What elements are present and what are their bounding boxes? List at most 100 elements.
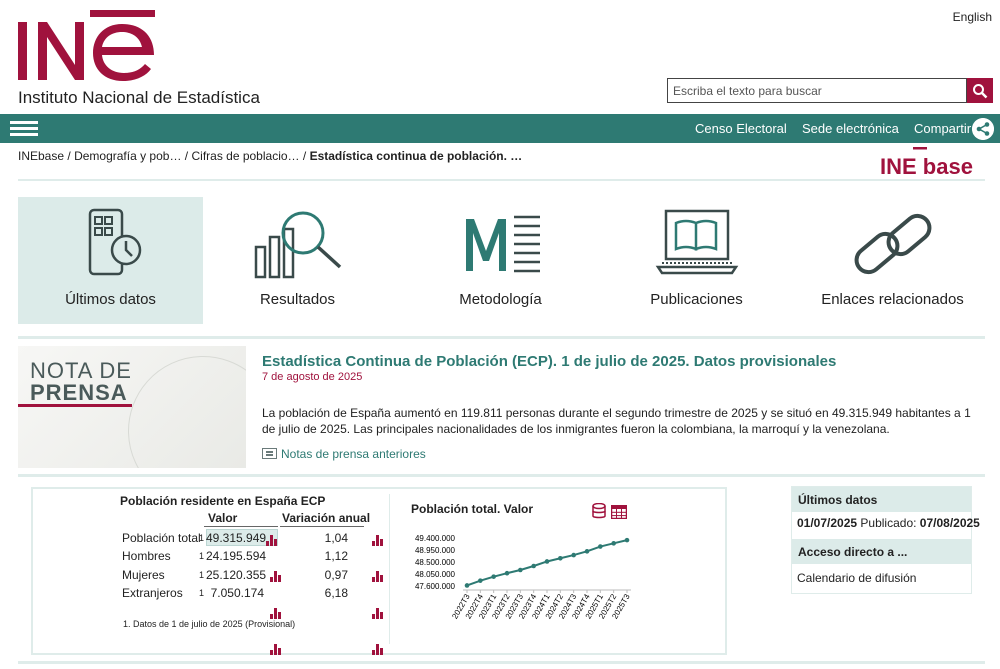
table-footnote: 1. Datos de 1 de julio de 2025 (Provisio… xyxy=(123,619,296,629)
breadcrumb-item[interactable]: INEbase xyxy=(18,149,64,163)
divider xyxy=(18,661,985,664)
latest-date: 01/07/2025 xyxy=(797,516,858,530)
row-label: Hombres xyxy=(122,549,171,563)
search-button[interactable] xyxy=(967,78,993,103)
data-point[interactable] xyxy=(491,574,496,579)
inebase-logo-text: INE base xyxy=(880,154,973,177)
ine-logo[interactable] xyxy=(18,10,158,82)
data-point[interactable] xyxy=(584,549,590,554)
divider xyxy=(18,179,985,181)
published-label: Publicado: xyxy=(860,516,917,530)
breadcrumb-item[interactable]: Cifras de poblacio… xyxy=(191,149,299,163)
bar-chart-icon[interactable] xyxy=(270,644,282,655)
row-label: Extranjeros xyxy=(122,586,183,600)
previous-press-notes-link[interactable]: Notas de prensa anteriores xyxy=(262,447,426,461)
breadcrumb-separator: / xyxy=(184,149,189,163)
vertical-separator xyxy=(389,494,390,644)
bar-chart-icon[interactable] xyxy=(266,535,278,546)
bar-chart-magnifier-icon xyxy=(254,211,341,279)
press-note-image[interactable]: NOTA DE PRENSA xyxy=(18,346,246,468)
nav-compartir[interactable]: Compartir xyxy=(914,121,971,136)
data-point[interactable] xyxy=(531,563,536,569)
bar-chart-icon[interactable] xyxy=(270,608,282,619)
calendar-clock-icon xyxy=(88,208,141,276)
tile-resultados[interactable]: Resultados xyxy=(205,197,390,324)
row-note: 1 xyxy=(199,533,205,543)
bar-chart-icon[interactable] xyxy=(372,644,384,655)
tile-metodologia[interactable]: Metodología xyxy=(408,197,593,324)
breadcrumb: INEbase / Demografía y pob… / Cifras de … xyxy=(18,149,522,163)
data-point[interactable] xyxy=(544,559,550,564)
row-note: 1 xyxy=(199,551,205,561)
row-note: 1 xyxy=(199,570,205,580)
y-tick-label: 48.050.000 xyxy=(415,570,456,579)
header-rule xyxy=(204,526,278,527)
share-icon[interactable] xyxy=(972,118,994,140)
row-value: 24.195.594 xyxy=(206,549,267,563)
bar-chart-icon[interactable] xyxy=(372,608,384,619)
row-value: 7.050.174 xyxy=(210,586,264,600)
row-note: 1 xyxy=(199,588,205,598)
chart-title: Población total. Valor xyxy=(411,502,534,516)
row-value: 49.315.949 xyxy=(206,531,267,545)
language-link[interactable]: English xyxy=(953,10,992,24)
y-tick-label: 48.500.000 xyxy=(415,558,456,567)
divider xyxy=(18,336,985,339)
col-header-variation: Variación anual xyxy=(282,511,371,525)
tile-ultimos-datos[interactable]: Últimos datos xyxy=(18,197,203,324)
bar-chart-icon[interactable] xyxy=(372,571,384,582)
press-body: La población de España aumentó en 119.81… xyxy=(262,406,971,436)
data-point[interactable] xyxy=(558,555,563,561)
laptop-book-icon xyxy=(655,209,738,275)
data-point[interactable] xyxy=(478,578,483,583)
hamburger-menu-icon[interactable] xyxy=(10,118,38,140)
bar-chart-icon[interactable] xyxy=(372,535,384,546)
row-variation: 0,97 xyxy=(324,568,348,582)
institute-name: Instituto Nacional de Estadística xyxy=(18,88,260,107)
release-calendar-link[interactable]: Calendario de difusión xyxy=(797,571,916,585)
tile-label: Resultados xyxy=(259,291,336,308)
data-point[interactable] xyxy=(598,544,603,549)
tile-label: Publicaciones xyxy=(650,291,743,308)
tile-enlaces-relacionados[interactable]: Enlaces relacionados xyxy=(800,197,985,324)
row-label: Población total xyxy=(122,531,201,545)
database-icon[interactable] xyxy=(592,503,606,519)
col-header-value: Valor xyxy=(208,511,238,525)
search-input[interactable] xyxy=(667,78,967,103)
breadcrumb-item[interactable]: Demografía y pob… xyxy=(74,149,181,163)
inebase-logo[interactable]: INE base xyxy=(880,145,980,177)
population-line-chart: 49.400.000 48.950.000 48.500.000 48.050.000… xyxy=(415,534,632,621)
row-label: Mujeres xyxy=(122,568,165,582)
data-point[interactable] xyxy=(611,541,616,546)
breadcrumb-current: Estadística continua de población. … xyxy=(309,149,523,163)
data-point[interactable] xyxy=(504,570,510,576)
previous-press-notes-label: Notas de prensa anteriores xyxy=(281,447,426,461)
latest-data-line: 01/07/2025 Publicado: 07/08/2025 xyxy=(797,516,980,530)
tile-label: Enlaces relacionados xyxy=(821,291,964,308)
table-title: Población residente en España ECP xyxy=(120,494,326,508)
y-tick-label: 47.600.000 xyxy=(415,582,456,591)
data-point[interactable] xyxy=(624,537,630,543)
tile-label: Metodología xyxy=(459,291,542,308)
direct-access-header[interactable]: Acceso directo a ... xyxy=(792,539,971,564)
tile-publicaciones[interactable]: Publicaciones xyxy=(604,197,789,324)
row-variation: 6,18 xyxy=(324,586,348,600)
breadcrumb-separator: / xyxy=(67,149,71,163)
breadcrumb-separator: / xyxy=(302,149,307,163)
row-value: 25.120.355 xyxy=(206,568,267,582)
bar-chart-icon[interactable] xyxy=(270,571,282,582)
data-point[interactable] xyxy=(464,583,470,588)
published-date: 07/08/2025 xyxy=(919,516,980,530)
data-point[interactable] xyxy=(571,552,576,558)
search-icon xyxy=(973,83,988,98)
press-title-link[interactable]: Estadística Continua de Población (ECP).… xyxy=(262,353,836,370)
press-image-line2: PRENSA xyxy=(30,380,128,405)
nav-censo-electoral[interactable]: Censo Electoral xyxy=(695,121,787,136)
nav-sede-electronica[interactable]: Sede electrónica xyxy=(802,121,899,136)
tile-label: Últimos datos xyxy=(65,291,156,308)
y-tick-label: 49.400.000 xyxy=(415,534,456,543)
table-icon[interactable] xyxy=(611,505,627,519)
data-point[interactable] xyxy=(518,567,523,573)
methodology-m-icon xyxy=(465,215,540,273)
divider xyxy=(18,474,985,477)
